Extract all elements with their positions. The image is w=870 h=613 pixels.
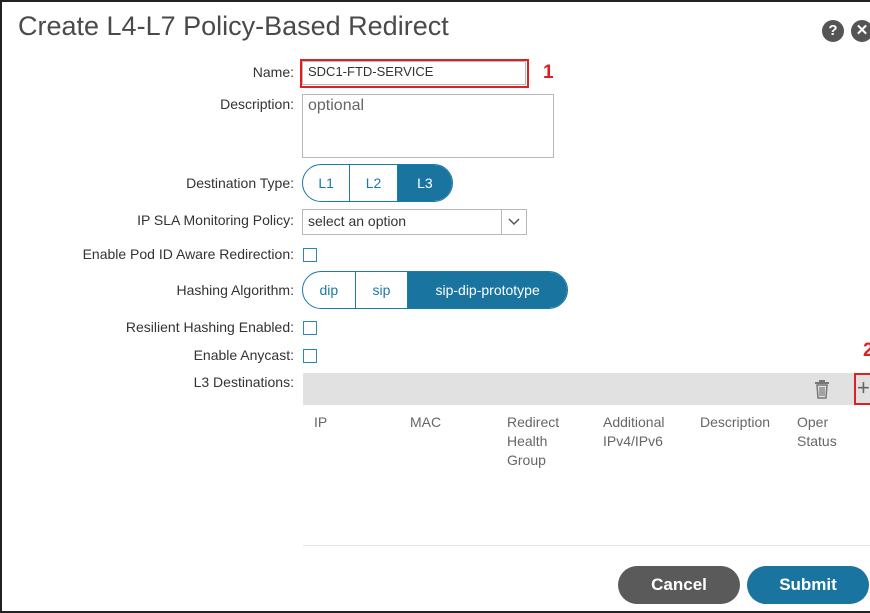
anycast-label: Enable Anycast: [193,347,294,363]
help-icon[interactable]: ? [822,20,844,42]
annotation-box-1 [300,59,529,88]
description-label: Description: [220,96,294,112]
column-header-description: Description [700,414,771,430]
column-header-oper-status: Oper Status [797,414,837,449]
name-label: Name: [252,64,294,80]
trash-icon[interactable] [813,379,831,404]
pod-id-checkbox[interactable] [303,248,317,262]
destination-type-label: Destination Type: [186,175,294,191]
annotation-number-1: 1 [543,62,554,83]
column-header-redirect-health-group: Redirect Health Group [507,414,560,468]
pod-id-label: Enable Pod ID Aware Redirection: [82,246,294,262]
create-pbr-dialog: Create L4-L7 Policy-Based Redirect ? ✕ N… [0,0,870,613]
anycast-checkbox[interactable] [303,349,317,363]
resilient-hashing-checkbox[interactable] [303,321,317,335]
hashing-sip[interactable]: sip [356,272,409,308]
resilient-hashing-label: Resilient Hashing Enabled: [125,319,294,335]
chevron-down-icon[interactable] [501,210,526,234]
destination-type-selector: L1 L2 L3 [302,164,453,202]
description-field[interactable]: optional [302,94,554,158]
l3-destinations-toolbar [303,373,870,405]
ip-sla-label: IP SLA Monitoring Policy: [137,212,294,228]
column-header-mac: MAC [410,414,442,430]
table-bottom-divider [303,545,870,546]
submit-button[interactable]: Submit [747,566,869,604]
l3-destinations-label: L3 Destinations: [193,374,294,390]
ip-sla-select[interactable]: select an option [302,209,527,235]
hashing-label: Hashing Algorithm: [176,282,294,298]
column-header-additional-ip: Additional IPv4/IPv6 [603,414,665,449]
close-icon[interactable]: ✕ [851,20,870,42]
column-header-ip: IP [314,414,328,430]
destination-type-l3[interactable]: L3 [397,165,452,201]
annotation-number-2: 2 [863,340,870,361]
hashing-sip-dip-prototype[interactable]: sip-dip-prototype [408,272,567,308]
hashing-selector: dip sip sip-dip-prototype [302,271,568,309]
hashing-dip[interactable]: dip [303,272,356,308]
cancel-button[interactable]: Cancel [618,566,740,604]
ip-sla-value: select an option [308,213,407,229]
dialog-title: Create L4-L7 Policy-Based Redirect [18,11,449,41]
add-icon[interactable]: + [857,376,870,400]
destination-type-l1[interactable]: L1 [303,165,351,201]
destination-type-l2[interactable]: L2 [350,165,398,201]
